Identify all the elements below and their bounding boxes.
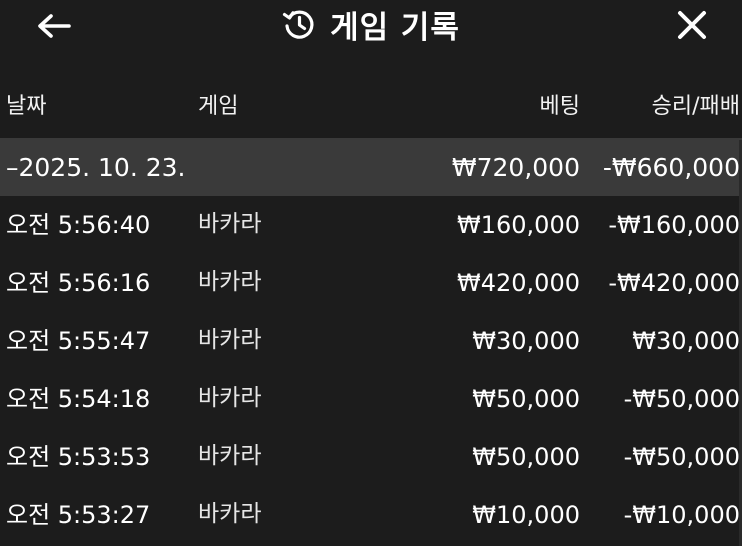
row-time: 오전 5:53:53 <box>6 443 151 471</box>
column-headers: 날짜 게임 베팅 승리/패배 <box>0 82 742 134</box>
row-game: 바카라 <box>198 501 262 527</box>
row-game: 바카라 <box>198 211 262 237</box>
row-result: -₩50,000 <box>623 443 740 471</box>
table-row[interactable]: 오전 5:56:16 바카라 ₩420,000 -₩420,000 <box>0 254 742 312</box>
row-time: 오전 5:56:40 <box>6 211 151 239</box>
date-group-row[interactable]: –2025. 10. 23. ₩720,000 -₩660,000 <box>0 138 742 196</box>
row-bet: ₩10,000 <box>472 501 580 529</box>
row-result: ₩30,000 <box>632 327 740 355</box>
row-game: 바카라 <box>198 269 262 295</box>
history-icon <box>282 7 316 41</box>
group-date: –2025. 10. 23. <box>6 153 186 182</box>
row-result: -₩50,000 <box>623 385 740 413</box>
row-result: -₩10,000 <box>623 501 740 529</box>
column-header-result: 승리/패배 <box>651 94 740 119</box>
row-bet: ₩50,000 <box>472 385 580 413</box>
table-row[interactable]: 오전 5:55:47 바카라 ₩30,000 ₩30,000 <box>0 312 742 370</box>
close-button[interactable] <box>668 4 716 46</box>
row-result: -₩420,000 <box>608 269 740 297</box>
page-title-group: 게임 기록 <box>0 0 742 48</box>
row-time: 오전 5:53:27 <box>6 501 151 529</box>
column-header-date: 날짜 <box>6 94 47 119</box>
row-game: 바카라 <box>198 327 262 353</box>
row-bet: ₩30,000 <box>472 327 580 355</box>
row-time: 오전 5:56:16 <box>6 269 151 297</box>
row-time: 오전 5:54:18 <box>6 385 151 413</box>
table-row[interactable]: 오전 5:56:40 바카라 ₩160,000 -₩160,000 <box>0 196 742 254</box>
group-result-total: -₩660,000 <box>602 153 740 182</box>
row-bet: ₩50,000 <box>472 443 580 471</box>
row-bet: ₩420,000 <box>457 269 580 297</box>
table-row[interactable]: 오전 5:54:18 바카라 ₩50,000 -₩50,000 <box>0 370 742 428</box>
row-time: 오전 5:55:47 <box>6 327 151 355</box>
top-bar: 게임 기록 <box>0 0 742 56</box>
table-row[interactable]: 오전 5:53:53 바카라 ₩50,000 -₩50,000 <box>0 428 742 486</box>
row-bet: ₩160,000 <box>457 211 580 239</box>
row-result: -₩160,000 <box>608 211 740 239</box>
table-row[interactable]: 오전 5:53:27 바카라 ₩10,000 -₩10,000 <box>0 486 742 544</box>
row-game: 바카라 <box>198 385 262 411</box>
group-bet-total: ₩720,000 <box>451 153 580 182</box>
page-title: 게임 기록 <box>330 9 460 46</box>
row-game: 바카라 <box>198 443 262 469</box>
column-header-bet: 베팅 <box>539 94 580 119</box>
column-header-game: 게임 <box>198 94 239 119</box>
close-icon <box>678 11 706 39</box>
